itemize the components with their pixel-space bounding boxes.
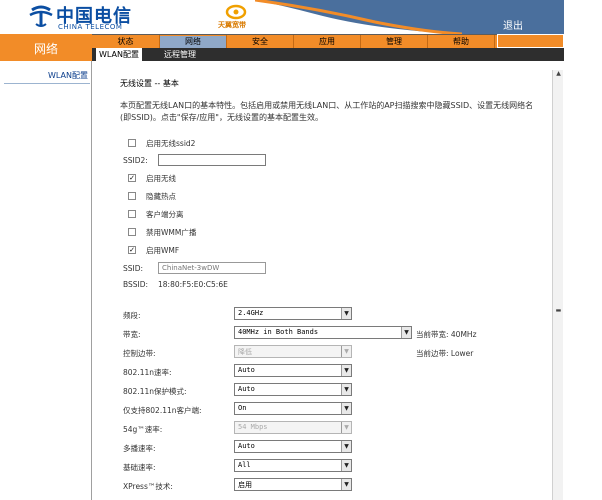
chevron-down-icon: ▼ [341, 460, 351, 471]
tab-label: 应用 [319, 37, 335, 46]
logout-label: 退出 [503, 21, 523, 32]
header-swoosh [255, 0, 462, 34]
xpress-select[interactable]: 启用 ▼ [234, 478, 352, 491]
brand-name-en: CHINA TELECOM [58, 23, 123, 31]
ssid-input[interactable]: ChinaNet-3wDW [158, 262, 266, 274]
checkbox-label: 客户端分离 [146, 210, 184, 219]
checkbox-enable-wireless[interactable]: ✓ [128, 174, 136, 182]
tab-label: 网络 [185, 37, 201, 46]
chevron-down-icon: ▼ [341, 422, 351, 433]
nav-search-box[interactable] [497, 34, 564, 48]
select-value: Auto [238, 385, 255, 393]
select-value: Auto [238, 366, 255, 374]
select-value: 降低 [238, 348, 252, 356]
checkbox-client-isolation[interactable] [128, 210, 136, 218]
subtab-label: 远程管理 [164, 50, 196, 59]
checkbox-hide-ap[interactable] [128, 192, 136, 200]
subtab-wlan-config[interactable]: WLAN配置 [96, 48, 142, 61]
tab-label: 帮助 [453, 37, 469, 46]
checkbox-label: 禁用WMM广播 [146, 228, 197, 237]
sub-brand-label: 天翼宽带 [218, 21, 246, 29]
section-title-box: 网络 [0, 34, 92, 61]
checkbox-enable-ssid2[interactable] [128, 139, 136, 147]
checkbox-enable-wmf[interactable]: ✓ [128, 246, 136, 254]
band-label: 频段: [123, 311, 141, 320]
nav-divider [494, 35, 495, 49]
select-value: All [238, 461, 251, 469]
subtab-remote-management[interactable]: 远程管理 [150, 48, 210, 61]
sidebar-divider [4, 83, 90, 84]
header: 中国电信 CHINA TELECOM 天翼宽带 退出 [0, 0, 602, 34]
right-margin [564, 0, 602, 500]
section-title: 网络 [33, 42, 58, 56]
chevron-down-icon: ▼ [341, 346, 351, 357]
ssid-label: SSID: [123, 264, 144, 273]
select-value: 40MHz in Both Bands [238, 328, 319, 336]
bssid-value: 18:80:F5:E0:C5:6E [158, 280, 228, 289]
current-sideband-note: 当前边带: Lower [416, 349, 474, 358]
checkbox-label: 隐藏热点 [146, 192, 176, 201]
tianyi-swirl-icon [225, 4, 247, 20]
checkbox-label: 启用无线 [146, 174, 176, 183]
sidebar: WLAN配置 [0, 61, 92, 500]
scroll-up-icon[interactable]: ▲ [554, 70, 563, 79]
main-content: 无线设置 -- 基本 本页配置无线LAN口的基本特性。包括启用或禁用无线LAN口… [104, 70, 552, 500]
n-rate-select[interactable]: Auto ▼ [234, 364, 352, 377]
subtab-label: WLAN配置 [98, 50, 139, 59]
scroll-marker-icon: ▬ [555, 307, 562, 314]
g-rate-label: 54g™速率: [123, 425, 163, 434]
n-only-select[interactable]: On ▼ [234, 402, 352, 415]
logout-button[interactable]: 退出 [462, 0, 564, 34]
chevron-down-icon: ▼ [341, 403, 351, 414]
tianyi-logo: 天翼宽带 [218, 4, 254, 32]
n-rate-label: 802.11n速率: [123, 368, 172, 377]
select-value: 54 Mbps [238, 423, 268, 431]
select-value: 启用 [238, 481, 252, 489]
select-value: 2.4GHz [238, 309, 264, 317]
tab-label: 安全 [252, 37, 268, 46]
chevron-down-icon: ▼ [341, 365, 351, 376]
chevron-down-icon: ▼ [341, 441, 351, 452]
basic-rate-label: 基础速率: [123, 463, 156, 472]
g-rate-select[interactable]: 54 Mbps ▼ [234, 421, 352, 434]
basic-rate-select[interactable]: All ▼ [234, 459, 352, 472]
content-scrollbar[interactable]: ▲ ▬ [552, 70, 563, 500]
page-title: 无线设置 -- 基本 [120, 79, 179, 88]
sidebar-item-label: WLAN配置 [47, 71, 88, 80]
n-protection-select[interactable]: Auto ▼ [234, 383, 352, 396]
multicast-rate-label: 多播速率: [123, 444, 156, 453]
ssid2-label: SSID2: [123, 156, 148, 165]
bandwidth-label: 带宽: [123, 330, 141, 339]
chevron-down-icon: ▼ [341, 384, 351, 395]
checkbox-label: 启用无线ssid2 [146, 139, 196, 148]
bssid-label: BSSID: [123, 280, 149, 289]
current-bandwidth-note: 当前带宽: 40MHz [416, 330, 477, 339]
select-value: Auto [238, 442, 255, 450]
china-telecom-logo-icon [29, 5, 53, 27]
bandwidth-select[interactable]: 40MHz in Both Bands ▼ [234, 326, 412, 339]
checkbox-disable-wmm[interactable] [128, 228, 136, 236]
control-sideband-select[interactable]: 降低 ▼ [234, 345, 352, 358]
control-sideband-label: 控制边带: [123, 349, 156, 358]
ssid2-input[interactable] [158, 154, 266, 166]
chevron-down-icon: ▼ [401, 327, 411, 338]
page-description: 本页配置无线LAN口的基本特性。包括启用或禁用无线LAN口、从工作站的AP扫描搜… [120, 101, 534, 122]
n-only-label: 仅支持802.11n客户端: [123, 406, 202, 415]
n-protection-label: 802.11n保护模式: [123, 387, 187, 396]
main-nav: 状态 网络 安全 应用 管理 帮助 [92, 34, 564, 49]
band-select[interactable]: 2.4GHz ▼ [234, 307, 352, 320]
chevron-down-icon: ▼ [341, 479, 351, 490]
sub-nav: WLAN配置 远程管理 [92, 48, 564, 61]
sidebar-item-wlan-config[interactable]: WLAN配置 [0, 70, 88, 81]
xpress-label: XPress™技术: [123, 482, 173, 491]
multicast-rate-select[interactable]: Auto ▼ [234, 440, 352, 453]
checkbox-label: 启用WMF [146, 246, 180, 255]
select-value: On [238, 404, 247, 412]
tab-label: 状态 [117, 37, 134, 46]
tab-label: 管理 [386, 37, 402, 46]
chevron-down-icon: ▼ [341, 308, 351, 319]
